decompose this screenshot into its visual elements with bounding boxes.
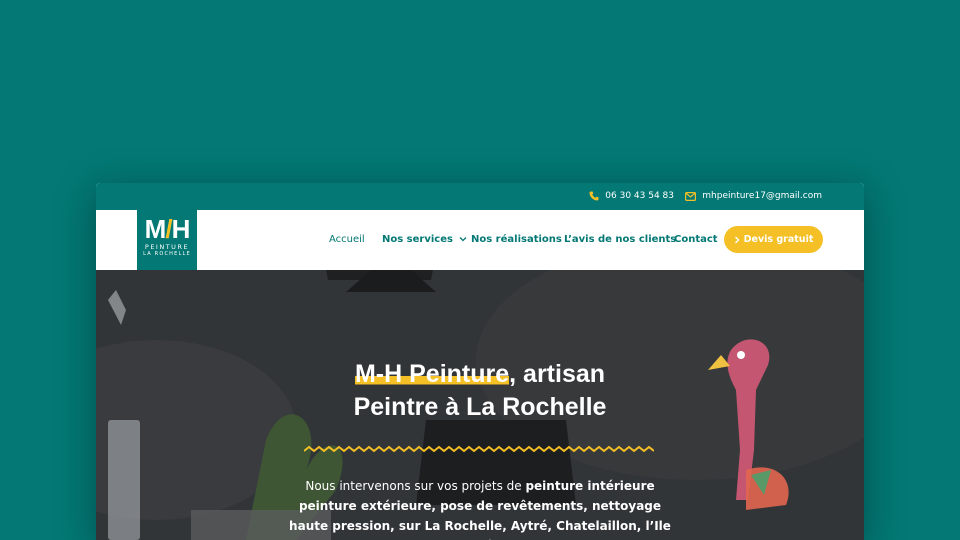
phone-number: 06 30 43 54 83 bbox=[605, 191, 674, 201]
nav-item-contact[interactable]: Contact bbox=[674, 234, 718, 245]
nav-item-accueil[interactable]: Accueil bbox=[329, 234, 365, 245]
nav-item-services[interactable]: Nos services bbox=[382, 234, 467, 245]
main-navbar: M/H PEINTURE LA ROCHELLE Accueil Nos ser… bbox=[96, 210, 864, 270]
logo-line2: LA ROCHELLE bbox=[143, 251, 191, 257]
free-quote-button[interactable]: Devis gratuit bbox=[724, 226, 823, 253]
phone-icon bbox=[589, 191, 599, 201]
hero-title-line2: Peintre à La Rochelle bbox=[353, 393, 607, 421]
email-address: mhpeinture17@gmail.com bbox=[702, 191, 822, 201]
hero-description: Nous intervenons sur vos projets de pein… bbox=[280, 476, 680, 540]
hero-title-highlight: M-H Peinture bbox=[354, 360, 510, 388]
logo-mark: M/H bbox=[144, 214, 191, 244]
top-contact-bar: 06 30 43 54 83 mhpeinture17@gmail.com bbox=[96, 183, 864, 210]
browser-window: 06 30 43 54 83 mhpeinture17@gmail.com M/… bbox=[96, 183, 864, 540]
zigzag-divider bbox=[304, 445, 654, 453]
free-quote-label: Devis gratuit bbox=[743, 234, 814, 245]
site-logo[interactable]: M/H PEINTURE LA ROCHELLE bbox=[137, 210, 197, 270]
hero-text-bold-2: peinture extérieure, pose de revêtements… bbox=[289, 499, 671, 540]
nav-item-realisations[interactable]: Nos réalisations bbox=[471, 234, 562, 245]
nav-item-avis[interactable]: L’avis de nos clients bbox=[564, 234, 676, 245]
email-contact[interactable]: mhpeinture17@gmail.com bbox=[685, 191, 822, 201]
hero-title-line1: M-H Peinture, artisan bbox=[96, 358, 864, 390]
chevron-down-icon bbox=[459, 237, 467, 242]
logo-line1: PEINTURE bbox=[144, 243, 190, 251]
phone-contact[interactable]: 06 30 43 54 83 bbox=[589, 191, 674, 201]
hero-text-intro: Nous intervenons sur vos projets de bbox=[305, 479, 526, 493]
envelope-icon bbox=[685, 191, 697, 201]
hero-section: M-H Peinture, artisan Peintre à La Roche… bbox=[96, 270, 864, 540]
hero-title-rest: , artisan bbox=[509, 360, 606, 388]
hero-text-bold-1: peinture intérieure bbox=[525, 479, 655, 493]
nav-item-services-label: Nos services bbox=[382, 234, 453, 245]
chevron-right-icon bbox=[734, 236, 740, 243]
